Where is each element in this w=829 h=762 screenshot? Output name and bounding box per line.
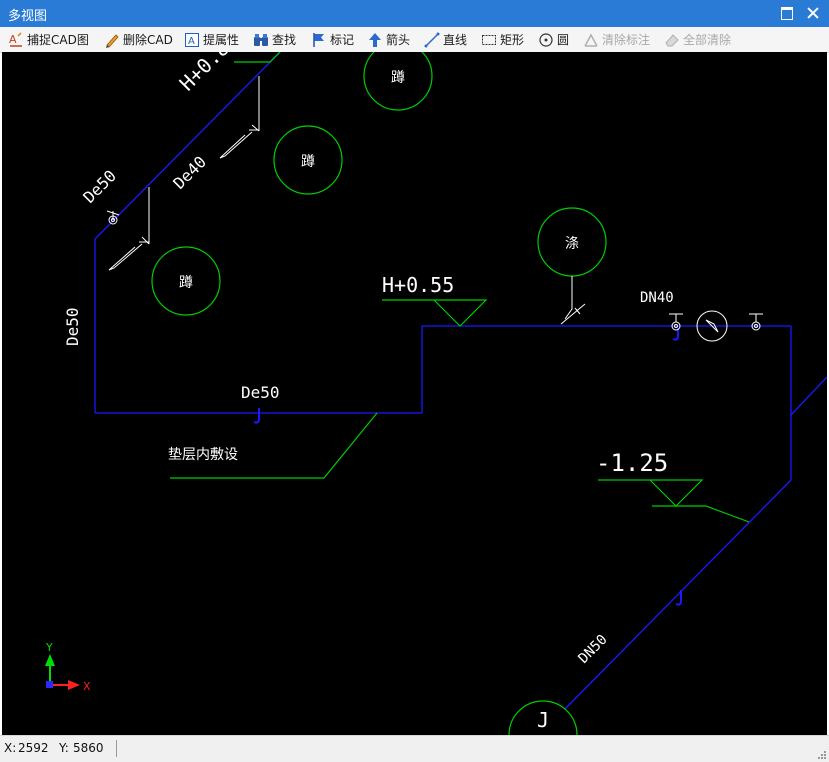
circle-icon — [539, 32, 553, 47]
clear-annotation-icon — [584, 32, 598, 47]
flag-icon — [313, 32, 324, 47]
x-coord-label: X: — [4, 741, 17, 755]
line-icon — [424, 32, 440, 47]
fixture-label-mop: 涤 — [565, 236, 579, 252]
pipe-diagonal-lower — [564, 479, 792, 710]
extract-attribute-icon: A — [185, 32, 199, 47]
label-elev-neg: -1.25 — [596, 449, 668, 477]
trap-symbol-dn50 — [675, 590, 682, 606]
resize-grip-icon[interactable] — [816, 749, 826, 759]
capture-cad-button[interactable]: A 捕捉CAD图 — [8, 30, 89, 49]
circle-button[interactable]: 圆 — [538, 30, 569, 49]
label-de50-upper: De50 — [79, 166, 120, 207]
find-button[interactable]: 查找 — [253, 30, 296, 49]
fixture-drop-upper — [219, 76, 260, 159]
cleanout-dn40-left — [669, 313, 683, 322]
label-elev-mid: H+0.55 — [382, 273, 454, 297]
eraser-icon — [665, 33, 679, 46]
status-bar: X: 2592 Y: 5860 — [0, 735, 829, 762]
rectangle-button[interactable]: 矩形 — [481, 30, 524, 49]
arrow-button[interactable]: 箭头 — [367, 30, 410, 49]
rectangle-label: 矩形 — [500, 33, 525, 47]
extract-attribute-button[interactable]: A 提属性 — [184, 30, 239, 49]
cleanout-dn40-right — [749, 313, 763, 322]
fixture-label-left: 蹲 — [179, 275, 193, 291]
circle-label: 圆 — [557, 33, 570, 47]
status-separator — [116, 740, 117, 757]
y-coord-value: 5860 — [73, 741, 104, 755]
mark-label: 标记 — [330, 33, 355, 47]
svg-text:A: A — [9, 33, 17, 46]
elev-top-marker — [234, 52, 281, 63]
clear-all-button[interactable]: 全部清除 — [664, 30, 731, 49]
line-button[interactable]: 直线 — [424, 30, 467, 49]
window-title: 多视图 — [8, 9, 48, 24]
elev-mid-marker — [382, 299, 488, 327]
mark-button[interactable]: 标记 — [311, 30, 354, 49]
capture-cad-label: 捕捉CAD图 — [27, 33, 89, 47]
delete-cad-button[interactable]: 删除CAD — [104, 30, 173, 49]
clear-annotation-button[interactable]: 清除标注 — [583, 30, 650, 49]
y-coord-label: Y: — [59, 741, 69, 755]
arrow-label: 箭头 — [386, 33, 411, 47]
fixture-drop-left — [108, 187, 150, 271]
close-button[interactable] — [804, 4, 822, 22]
fixture-label-bottom: J — [537, 708, 549, 732]
trap-symbol-bottom — [253, 408, 260, 424]
label-floor-note: 垫层内敷设 — [168, 447, 238, 463]
binoculars-icon — [254, 33, 268, 46]
title-bar: 多视图 — [0, 0, 829, 27]
cad-drawing: H+0.8 De50 De40 De50 De50 H+0.55 DN40 -1… — [45, 52, 827, 735]
floor-note-leader — [170, 412, 378, 479]
extract-attribute-label: 提属性 — [203, 33, 240, 47]
svg-text:A: A — [188, 36, 195, 47]
toolbar: A 捕捉CAD图 删除CAD A 提属性 查找 标记 箭头 直线 矩形 圆 清除… — [0, 27, 829, 53]
fixture-label-upper: 蹲 — [301, 154, 315, 170]
find-label: 查找 — [272, 33, 297, 47]
pipe-branch-right — [790, 376, 827, 416]
ucs-axis-icon: Y X — [45, 641, 91, 693]
capture-cad-icon: A — [9, 31, 22, 47]
clear-all-label: 全部清除 — [683, 33, 732, 47]
line-label: 直线 — [443, 33, 468, 47]
multi-view-window: 多视图 A 捕捉CAD图 删除CAD A 提属性 查找 标记 箭头 直线 矩形 … — [0, 0, 829, 762]
label-elev-top: H+0.8 — [175, 52, 235, 96]
fixture-label-top: 蹲 — [391, 70, 405, 86]
elev-neg-marker — [598, 479, 704, 507]
label-dn40: DN40 — [640, 290, 674, 306]
pencil-icon — [106, 33, 119, 48]
axis-y-label: Y — [45, 641, 53, 654]
label-de50-left: De50 — [63, 307, 82, 346]
elev-neg-leader — [652, 505, 750, 523]
rectangle-icon — [482, 34, 496, 45]
delete-cad-label: 删除CAD — [123, 33, 173, 47]
label-de50-bottom: De50 — [241, 383, 280, 402]
maximize-icon — [781, 7, 793, 20]
cad-drawing-canvas[interactable]: H+0.8 De50 De40 De50 De50 H+0.55 DN40 -1… — [2, 52, 827, 735]
clear-annotation-label: 清除标注 — [602, 33, 651, 47]
label-dn50: DN50 — [576, 632, 611, 667]
maximize-button[interactable] — [778, 4, 796, 22]
x-coord-value: 2592 — [18, 741, 49, 755]
axis-x-label: X — [83, 680, 91, 693]
mop-drain-stem — [560, 276, 586, 325]
arrow-up-icon — [369, 32, 381, 47]
